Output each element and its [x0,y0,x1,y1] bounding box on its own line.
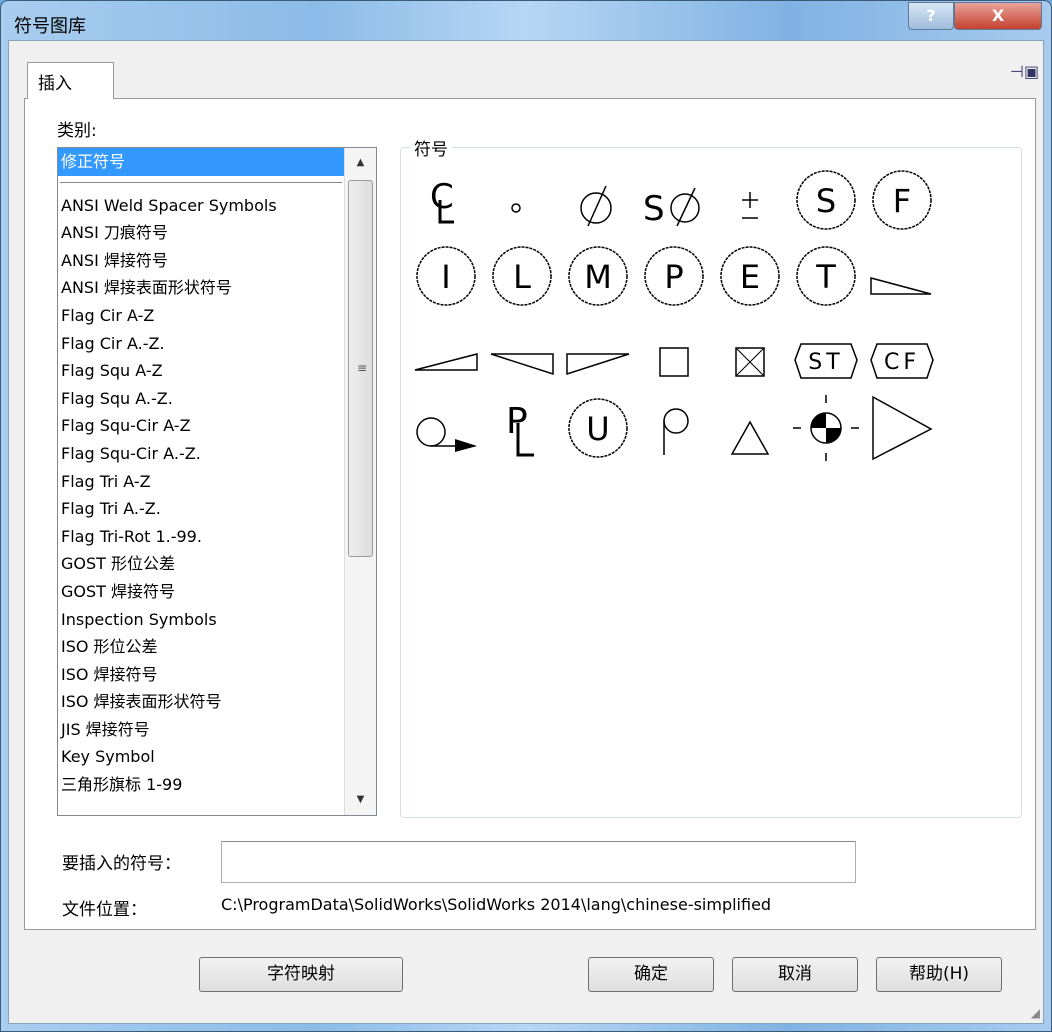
scroll-up-icon[interactable]: ▲ [345,148,376,178]
file-location-label: 文件位置： [62,900,147,920]
play-triangle-symbol[interactable] [864,390,940,466]
list-item[interactable]: GOST 形位公差 [58,550,344,578]
center-of-mass-symbol[interactable] [788,390,864,466]
symbol-letter: E [740,258,760,296]
svg-text:CF: CF [884,350,920,375]
square-symbol[interactable] [636,314,712,390]
list-item[interactable]: ISO 焊接符号 [58,661,344,689]
circled-l-symbol[interactable]: L [484,238,560,314]
list-item[interactable]: ANSI 刀痕符号 [58,219,344,247]
list-item[interactable]: Flag Cir A.-Z. [58,330,344,358]
circled-u-symbol[interactable]: U [560,390,636,466]
symbol-letter: F [893,182,911,220]
list-item[interactable]: Flag Squ-Cir A-Z [58,412,344,440]
triangle-symbol[interactable] [712,390,788,466]
taper-down-right-symbol[interactable] [484,314,560,390]
circled-s-symbol[interactable]: S [788,162,864,238]
svg-text:C: C [430,177,454,217]
insert-symbol-input[interactable] [221,841,856,883]
symbols-label: 符号 [410,135,452,160]
circled-e-symbol[interactable]: E [712,238,788,314]
list-item[interactable]: JIS 焊接符号 [58,716,344,744]
category-label: 类别: [57,121,97,141]
circled-t-symbol[interactable]: T [788,238,864,314]
symbol-letter: U [586,410,609,448]
list-item[interactable]: ANSI 焊接符号 [58,247,344,275]
charmap-button[interactable]: 字符映射 [199,957,403,992]
list-separator [60,181,342,192]
taper-right-symbol[interactable] [864,238,940,314]
file-location-path: C:\ProgramData\SolidWorks\SolidWorks 201… [221,895,772,914]
category-list[interactable]: 修正符号 ANSI Weld Spacer Symbols ANSI 刀痕符号 AN… [57,147,377,816]
list-item[interactable]: Flag Squ A-Z [58,357,344,385]
list-item[interactable]: Flag Tri A-Z [58,468,344,496]
list-item[interactable]: ISO 焊接表面形状符号 [58,688,344,716]
list-item[interactable]: Flag Cir A-Z [58,302,344,330]
scroll-thumb[interactable]: ≡ [348,180,373,557]
list-item[interactable]: ISO 形位公差 [58,633,344,661]
circled-i-symbol[interactable]: I [408,238,484,314]
centerline-symbol[interactable]: C [408,162,484,238]
all-around-arrow-symbol[interactable] [408,390,484,466]
symbol-letter: L [513,258,531,296]
list-item[interactable]: ANSI 焊接表面形状符号 [58,274,344,302]
svg-text:S: S [643,189,665,229]
spherical-diameter-symbol[interactable]: S [636,162,712,238]
window-title: 符号图库 [14,16,86,37]
list-item[interactable]: ANSI Weld Spacer Symbols [58,192,344,220]
insert-label: 要插入的符号： [62,854,181,874]
symbol-letter: S [816,182,836,220]
list-item[interactable]: Key Symbol [58,743,344,771]
taper-down-left-symbol[interactable] [560,314,636,390]
help-button[interactable]: ? [908,2,954,30]
taper-left-symbol[interactable] [408,314,484,390]
circled-m-symbol[interactable]: M [560,238,636,314]
list-item[interactable]: 三角形旗标 1-99 [58,771,344,799]
parting-line-symbol[interactable]: P [484,390,560,466]
list-item[interactable]: Flag Tri A.-Z. [58,495,344,523]
cancel-button[interactable]: 取消 [732,957,858,992]
list-item[interactable]: Flag Squ A.-Z. [58,385,344,413]
symbol-letter: T [815,258,836,296]
diameter-symbol[interactable] [560,162,636,238]
pin-icon[interactable]: ⊣▣ [1010,62,1039,81]
list-item-selected[interactable]: 修正符号 [58,148,344,176]
rho-symbol[interactable] [636,390,712,466]
svg-text:ST: ST [808,350,843,375]
list-item[interactable]: Flag Squ-Cir A.-Z. [58,440,344,468]
ok-button[interactable]: 确定 [588,957,714,992]
list-item[interactable]: Flag Tri-Rot 1.-99. [58,523,344,551]
circled-f-symbol[interactable]: F [864,162,940,238]
close-button[interactable]: X [954,2,1042,30]
degree-symbol[interactable] [484,162,560,238]
symbol-grid: C S S F I L M P E T ST CF P U [408,162,1008,466]
list-item[interactable]: Inspection Symbols [58,606,344,634]
scroll-down-icon[interactable]: ▼ [345,785,376,815]
boxed-x-symbol[interactable] [712,314,788,390]
tab-insert[interactable]: 插入 [27,62,114,99]
symbol-letter: M [584,258,612,296]
list-item[interactable]: GOST 焊接符号 [58,578,344,606]
symbol-letter: P [664,258,683,296]
resize-grip-icon[interactable]: ◢ [1031,1006,1040,1020]
statistical-tolerance-symbol[interactable]: ST [788,314,864,390]
symbol-letter: I [441,258,450,296]
circled-p-symbol[interactable]: P [636,238,712,314]
plus-minus-symbol[interactable] [712,162,788,238]
scrollbar[interactable]: ▲ ≡ ▼ [344,148,376,815]
continuous-feature-symbol[interactable]: CF [864,314,940,390]
help-dialog-button[interactable]: 帮助(H) [876,957,1002,992]
